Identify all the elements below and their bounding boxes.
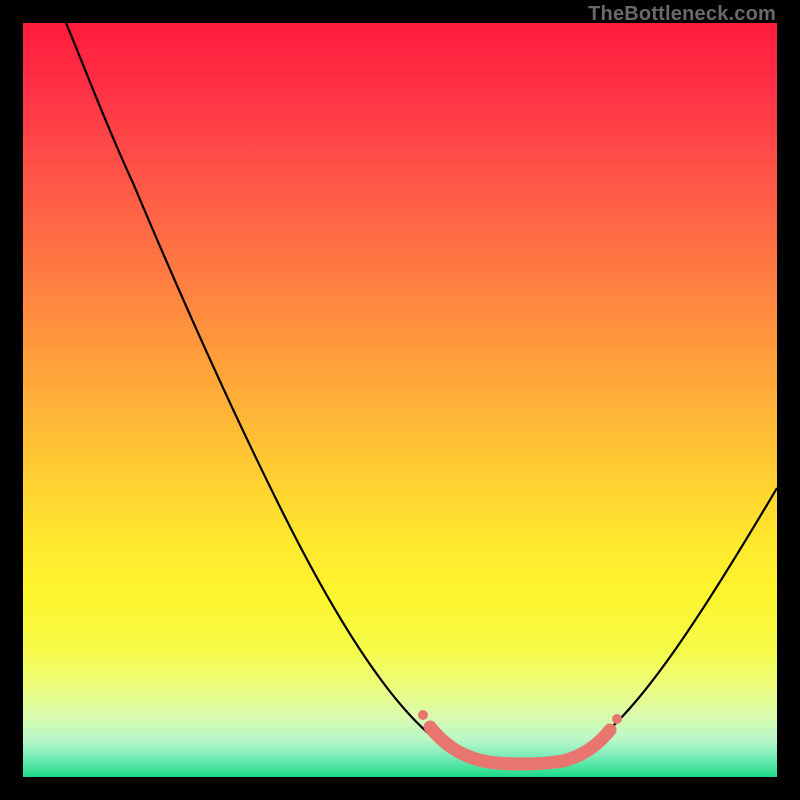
plateau-dot-left	[418, 710, 428, 720]
curve-svg	[23, 23, 777, 777]
plot-area	[23, 23, 777, 777]
plateau-dot-right	[612, 714, 622, 724]
chart-stage: TheBottleneck.com	[0, 0, 800, 800]
bottleneck-curve-path	[66, 23, 777, 763]
plateau-highlight-path	[430, 727, 610, 764]
